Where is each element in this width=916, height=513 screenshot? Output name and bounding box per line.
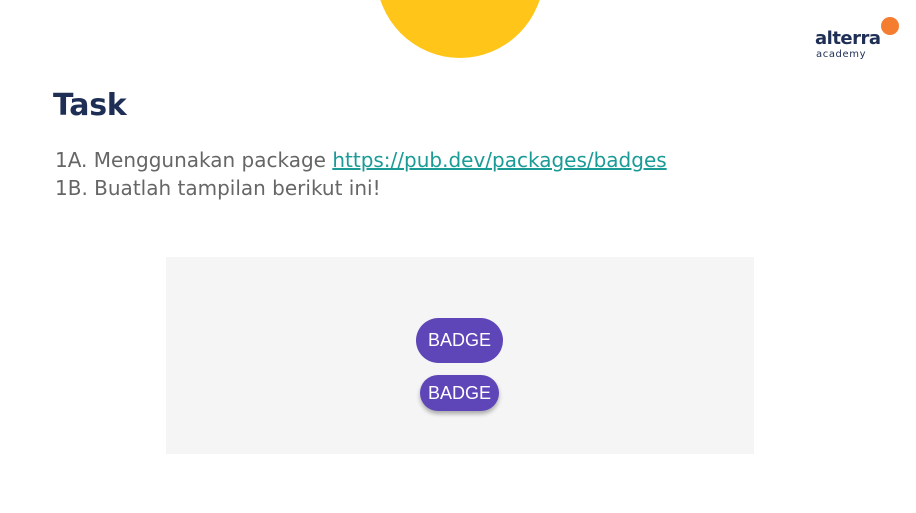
decorative-yellow-circle — [376, 0, 544, 58]
page-title: Task — [53, 88, 127, 123]
logo-subtitle: academy — [816, 49, 867, 60]
logo-wordmark: alterra — [815, 28, 881, 49]
task-list: 1A. Menggunakan package https://pub.dev/… — [55, 146, 667, 202]
badges-package-link[interactable]: https://pub.dev/packages/badges — [332, 148, 666, 172]
task-item-1a: 1A. Menggunakan package https://pub.dev/… — [55, 146, 667, 174]
task-1a-text: 1A. Menggunakan package — [55, 148, 333, 172]
logo-orange-dot — [881, 17, 899, 35]
app-preview-panel: BADGE BADGE — [166, 257, 754, 454]
badge-pill-2[interactable]: BADGE — [420, 375, 499, 411]
badge-pill-1[interactable]: BADGE — [416, 318, 503, 363]
alterra-academy-logo: alterra academy — [812, 16, 904, 66]
task-item-1b: 1B. Buatlah tampilan berikut ini! — [55, 174, 667, 202]
task-1b-text: 1B. Buatlah tampilan berikut ini! — [55, 176, 381, 200]
